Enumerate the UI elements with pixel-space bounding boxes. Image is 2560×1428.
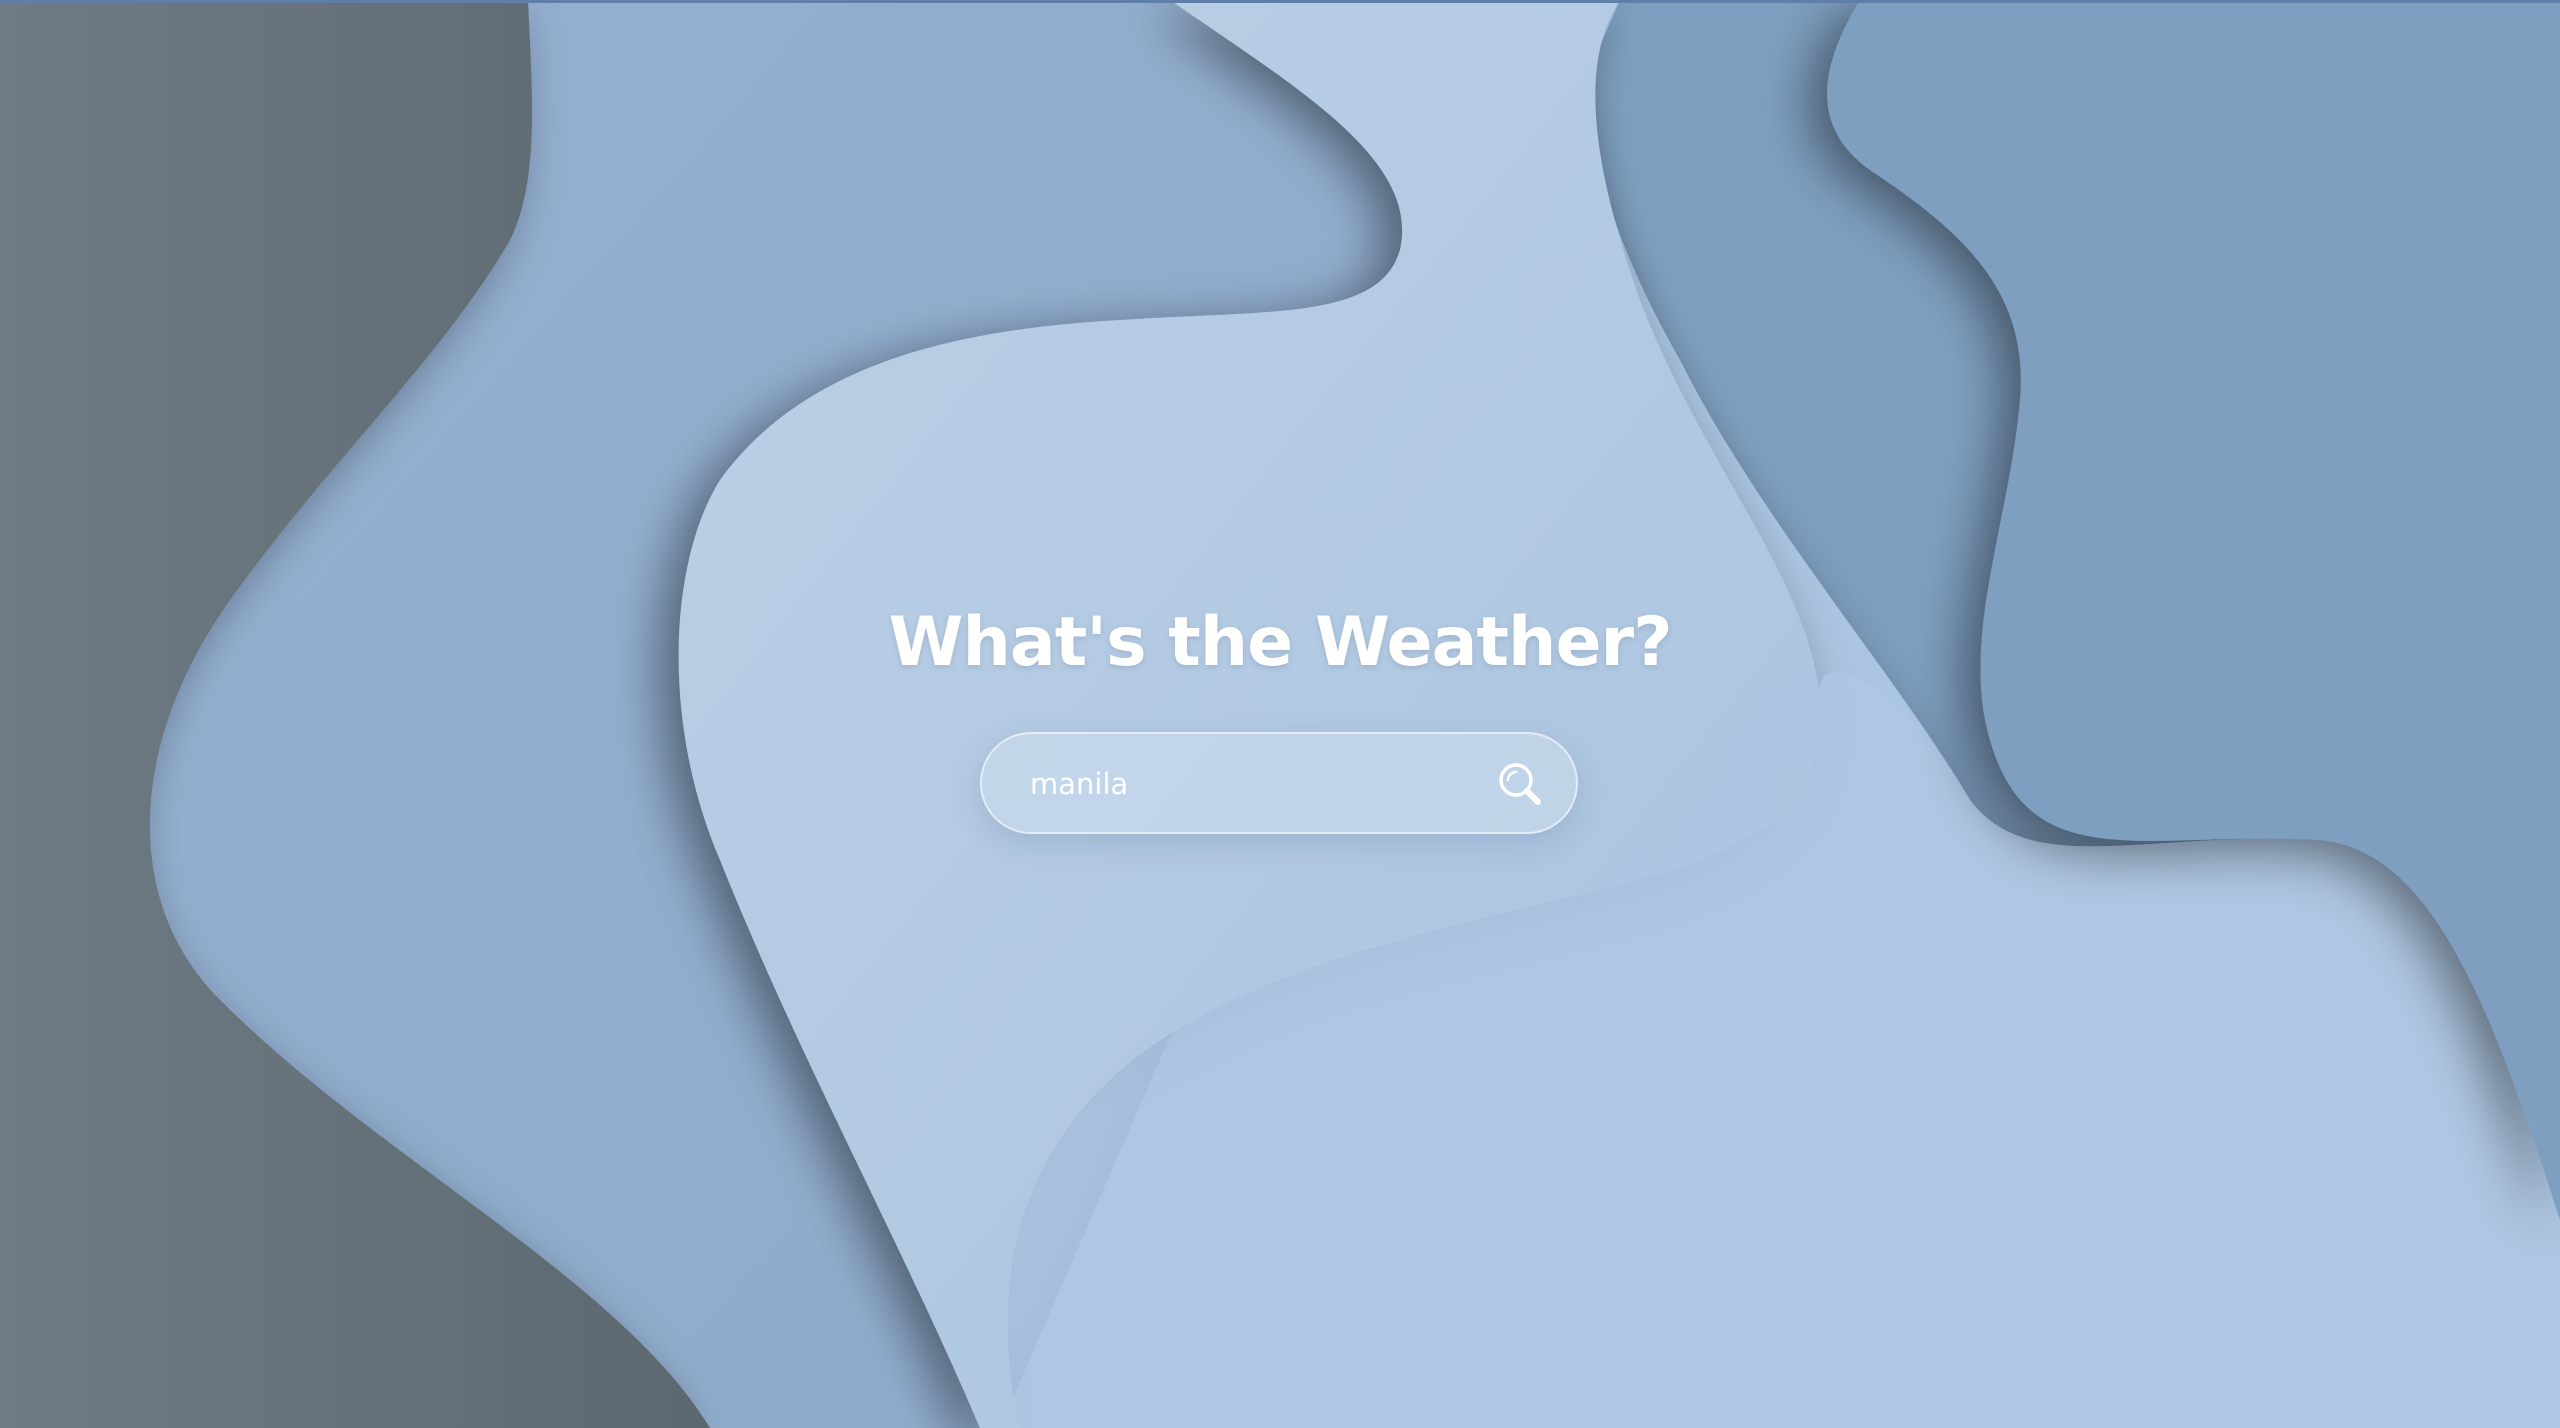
top-border <box>0 0 2560 3</box>
page-title: What's the Weather? <box>888 603 1672 682</box>
app-root: What's the Weather? <box>0 0 2560 1428</box>
search-icon <box>1499 763 1541 805</box>
search-bar <box>980 732 1578 834</box>
search-input[interactable] <box>1030 756 1450 812</box>
main-content: What's the Weather? <box>0 0 2560 1428</box>
search-button[interactable] <box>1494 758 1548 812</box>
